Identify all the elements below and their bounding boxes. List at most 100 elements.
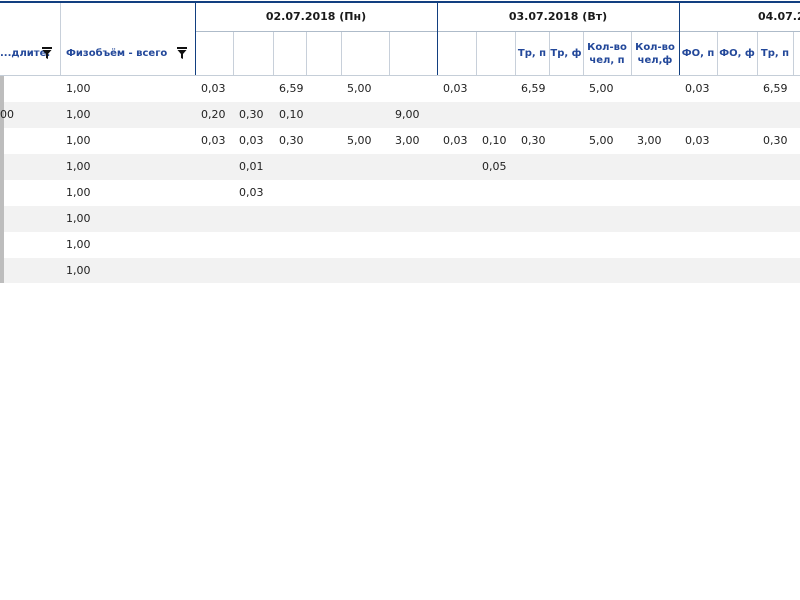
cell-d1c4[interactable] bbox=[312, 180, 341, 206]
cell-d1c1[interactable] bbox=[201, 232, 233, 258]
cell-d2c5[interactable] bbox=[589, 232, 631, 258]
cell-d3c3[interactable] bbox=[763, 102, 793, 128]
cell-name[interactable] bbox=[0, 180, 60, 206]
table-row[interactable]: 1,00 0,01 0,05 bbox=[0, 154, 800, 180]
cell-d2c4[interactable] bbox=[555, 258, 583, 283]
cell-d1c2[interactable]: 0,30 bbox=[239, 102, 273, 128]
cell-d1c6[interactable] bbox=[395, 206, 437, 232]
cell-d1c4[interactable] bbox=[312, 128, 341, 154]
cell-d3c1[interactable] bbox=[685, 180, 717, 206]
cell-d1c2[interactable] bbox=[239, 206, 273, 232]
cell-d2c3[interactable]: 6,59 bbox=[521, 76, 549, 102]
cell-d2c1[interactable] bbox=[443, 232, 476, 258]
column-header-d2c1[interactable] bbox=[437, 32, 476, 75]
cell-d1c5[interactable] bbox=[347, 154, 389, 180]
cell-vol[interactable]: 1,00 bbox=[66, 232, 195, 258]
cell-d3c2[interactable] bbox=[723, 76, 757, 102]
date-header[interactable]: 04.07.2 bbox=[679, 3, 800, 31]
cell-d2c4[interactable] bbox=[555, 206, 583, 232]
cell-d2c4[interactable] bbox=[555, 128, 583, 154]
cell-d2c5[interactable]: 5,00 bbox=[589, 128, 631, 154]
cell-d2c3[interactable]: 0,30 bbox=[521, 128, 549, 154]
cell-d2c3[interactable] bbox=[521, 206, 549, 232]
cell-d2c5[interactable]: 5,00 bbox=[589, 76, 631, 102]
table-row[interactable]: 1,00 bbox=[0, 206, 800, 232]
cell-d1c6[interactable] bbox=[395, 154, 437, 180]
cell-vol[interactable]: 1,00 bbox=[66, 258, 195, 283]
cell-d2c2[interactable] bbox=[482, 102, 515, 128]
table-row[interactable]: 1,00 0,03 6,59 5,00 0,03 6,59 5,00 0,03 6,59 bbox=[0, 76, 800, 102]
cell-d1c2[interactable] bbox=[239, 258, 273, 283]
column-header-d1c1[interactable] bbox=[195, 32, 233, 75]
cell-d1c5[interactable]: 5,00 bbox=[347, 128, 389, 154]
cell-d2c3[interactable] bbox=[521, 154, 549, 180]
cell-vol[interactable]: 1,00 bbox=[66, 180, 195, 206]
cell-d2c1[interactable]: 0,03 bbox=[443, 128, 476, 154]
cell-d1c3[interactable]: 0,30 bbox=[279, 128, 306, 154]
cell-d2c6[interactable] bbox=[637, 76, 679, 102]
cell-d1c6[interactable]: 9,00 bbox=[395, 102, 437, 128]
cell-d3c3[interactable]: 0,30 bbox=[763, 128, 793, 154]
cell-d1c3[interactable] bbox=[279, 154, 306, 180]
cell-vol[interactable]: 1,00 bbox=[66, 76, 195, 102]
cell-d1c4[interactable] bbox=[312, 102, 341, 128]
cell-d1c6[interactable] bbox=[395, 232, 437, 258]
cell-d1c4[interactable] bbox=[312, 76, 341, 102]
cell-d3c1[interactable]: 0,03 bbox=[685, 76, 717, 102]
cell-d1c3[interactable] bbox=[279, 232, 306, 258]
cell-d2c3[interactable] bbox=[521, 258, 549, 283]
cell-d1c6[interactable] bbox=[395, 76, 437, 102]
cell-d2c6[interactable] bbox=[637, 258, 679, 283]
cell-d1c5[interactable] bbox=[347, 232, 389, 258]
cell-d1c4[interactable] bbox=[312, 232, 341, 258]
cell-d3c2[interactable] bbox=[723, 206, 757, 232]
cell-d1c3[interactable] bbox=[279, 258, 306, 283]
column-header-d2c3[interactable]: Тр, п bbox=[515, 32, 549, 75]
cell-d3c2[interactable] bbox=[723, 102, 757, 128]
cell-d2c1[interactable] bbox=[443, 206, 476, 232]
column-header-d1c2[interactable] bbox=[233, 32, 273, 75]
cell-d1c1[interactable] bbox=[201, 154, 233, 180]
cell-vol[interactable]: 1,00 bbox=[66, 128, 195, 154]
table-row[interactable]: 1,00 0,03 0,03 0,30 5,00 3,00 0,03 0,10 0,30 5,00… bbox=[0, 128, 800, 154]
column-header-d3c1[interactable]: ФО, п bbox=[679, 32, 717, 75]
cell-d2c6[interactable] bbox=[637, 232, 679, 258]
column-header-d1c3[interactable] bbox=[273, 32, 306, 75]
cell-d2c2[interactable] bbox=[482, 232, 515, 258]
cell-d2c1[interactable] bbox=[443, 102, 476, 128]
cell-d1c2[interactable]: 0,03 bbox=[239, 180, 273, 206]
cell-d1c2[interactable]: 0,01 bbox=[239, 154, 273, 180]
cell-d3c1[interactable] bbox=[685, 102, 717, 128]
cell-name[interactable] bbox=[0, 232, 60, 258]
cell-d3c2[interactable] bbox=[723, 232, 757, 258]
cell-d1c1[interactable] bbox=[201, 258, 233, 283]
cell-vol[interactable]: 1,00 bbox=[66, 206, 195, 232]
date-header[interactable]: 03.07.2018 (Вт) bbox=[437, 3, 679, 31]
cell-d2c2[interactable]: 0,05 bbox=[482, 154, 515, 180]
cell-d2c2[interactable] bbox=[482, 206, 515, 232]
cell-d1c5[interactable] bbox=[347, 258, 389, 283]
cell-d2c6[interactable] bbox=[637, 102, 679, 128]
column-header-d1c6[interactable] bbox=[389, 32, 437, 75]
cell-d2c6[interactable] bbox=[637, 206, 679, 232]
cell-d1c2[interactable] bbox=[239, 232, 273, 258]
table-row[interactable]: 00 1,00 0,20 0,30 0,10 9,00 bbox=[0, 102, 800, 128]
column-header-d2c5[interactable]: Кол-во чел, п bbox=[583, 32, 631, 75]
cell-d2c3[interactable] bbox=[521, 180, 549, 206]
cell-d3c1[interactable] bbox=[685, 154, 717, 180]
cell-d2c5[interactable] bbox=[589, 258, 631, 283]
column-header-d3c2[interactable]: ФО, ф bbox=[717, 32, 757, 75]
cell-d1c5[interactable] bbox=[347, 180, 389, 206]
cell-d1c6[interactable]: 3,00 bbox=[395, 128, 437, 154]
cell-d3c3[interactable] bbox=[763, 180, 793, 206]
cell-d2c5[interactable] bbox=[589, 102, 631, 128]
cell-name[interactable] bbox=[0, 76, 60, 102]
column-header-d3c4[interactable] bbox=[793, 32, 800, 75]
column-header-d2c2[interactable] bbox=[476, 32, 515, 75]
cell-d1c3[interactable] bbox=[279, 206, 306, 232]
cell-name[interactable] bbox=[0, 258, 60, 283]
column-header-d3c3[interactable]: Тр, п bbox=[757, 32, 793, 75]
cell-name[interactable] bbox=[0, 128, 60, 154]
cell-d1c5[interactable] bbox=[347, 102, 389, 128]
cell-d3c1[interactable]: 0,03 bbox=[685, 128, 717, 154]
